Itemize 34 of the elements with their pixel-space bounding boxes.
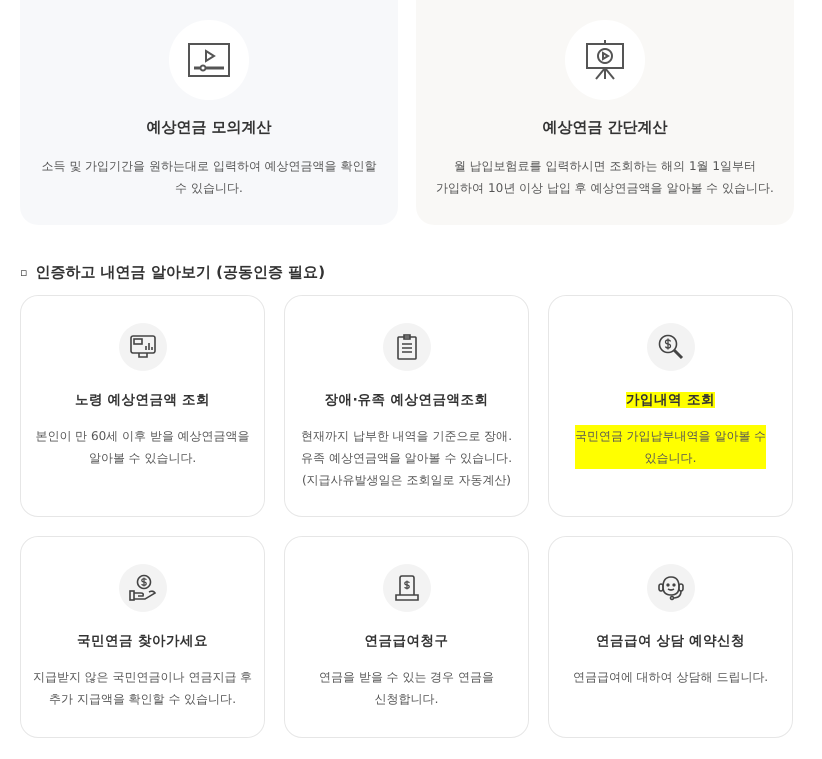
search-dollar-icon	[658, 334, 684, 360]
card-description: 국민연금 가입납부내역을 알아볼 수 있습니다.	[574, 425, 766, 469]
feature-card[interactable]: 예상연금 간단계산 월 납입보험료를 입력하시면 조회하는 해의 1월 1일부터 가입하여 10년 이상 납입 후 예상연금액을 알아볼 수 있습니다.	[416, 0, 794, 225]
card-title: 연금급여 상담 예약신청	[596, 633, 746, 649]
card-description: 연금급여에 대하여 상담해 드립니다.	[572, 669, 768, 686]
card-title: 연금급여청구	[364, 633, 448, 649]
card-title: 노령 예상연금액 조회	[74, 392, 210, 408]
card-title: 가입내역 조회	[626, 392, 715, 408]
receipt-dollar-icon	[394, 575, 420, 601]
card-description: 월 납입보험료를 입력하시면 조회하는 해의 1월 1일부터 가입하여 10년 이상 납입 후 예상연금액을 알아볼 수 있습니다.	[436, 158, 774, 197]
card-description: 본인이 만 60세 이후 받을 예상연금액을 알아볼 수 있습니다.	[35, 428, 250, 467]
card-description: 현재까지 납부한 내역을 기준으로 장애. 유족 예상연금액을 알아볼 수 있습니다. (지급사유발생일은 조회일로 자동계산)	[300, 428, 512, 489]
service-card[interactable]: 가입내역 조회 국민연금 가입납부내역을 알아볼 수 있습니다.	[548, 295, 793, 517]
monitor-chart-icon	[130, 335, 156, 359]
card-title: 예상연금 모의계산	[146, 118, 272, 137]
card-description: 연금을 받을 수 있는 경우 연금을 신청합니다.	[318, 669, 494, 708]
hand-coin-icon	[128, 574, 156, 602]
feature-card[interactable]: 예상연금 모의계산 소득 및 가입기간을 원하는대로 입력하여 예상연금액을 확인할 수 있습니다.	[20, 0, 398, 225]
card-title: 장애·유족 예상연금액조회	[324, 392, 488, 408]
bullet-icon: ▫	[20, 266, 28, 279]
service-card[interactable]: 국민연금 찾아가세요 지급받지 않은 국민연금이나 연금지급 후 추가 지급액을 확인할 수 있습니다.	[20, 536, 265, 738]
service-card[interactable]: 노령 예상연금액 조회 본인이 만 60세 이후 받을 예상연금액을 알아볼 수 있습니다.	[20, 295, 265, 517]
card-description: 소득 및 가입기간을 원하는대로 입력하여 예상연금액을 확인할 수 있습니다.	[42, 158, 376, 197]
headset-icon	[656, 574, 684, 602]
service-card[interactable]: 장애·유족 예상연금액조회 현재까지 납부한 내역을 기준으로 장애. 유족 예상연금액을 알아볼 수 있습니다. (지급사유발생일은 조회일로 자동계산)	[284, 295, 529, 517]
card-title: 예상연금 간단계산	[542, 118, 668, 137]
card-description: 지급받지 않은 국민연금이나 연금지급 후 추가 지급액을 확인할 수 있습니다.	[32, 669, 252, 708]
presentation-board-icon	[585, 39, 625, 81]
video-player-icon	[187, 42, 231, 78]
section-title: 인증하고 내연금 알아보기 (공동인증 필요)	[35, 263, 326, 282]
card-title: 국민연금 찾아가세요	[77, 633, 208, 649]
service-card[interactable]: 연금급여 상담 예약신청 연금급여에 대하여 상담해 드립니다.	[548, 536, 793, 738]
service-card[interactable]: 연금급여청구 연금을 받을 수 있는 경우 연금을 신청합니다.	[284, 536, 529, 738]
clipboard-icon	[396, 334, 416, 360]
